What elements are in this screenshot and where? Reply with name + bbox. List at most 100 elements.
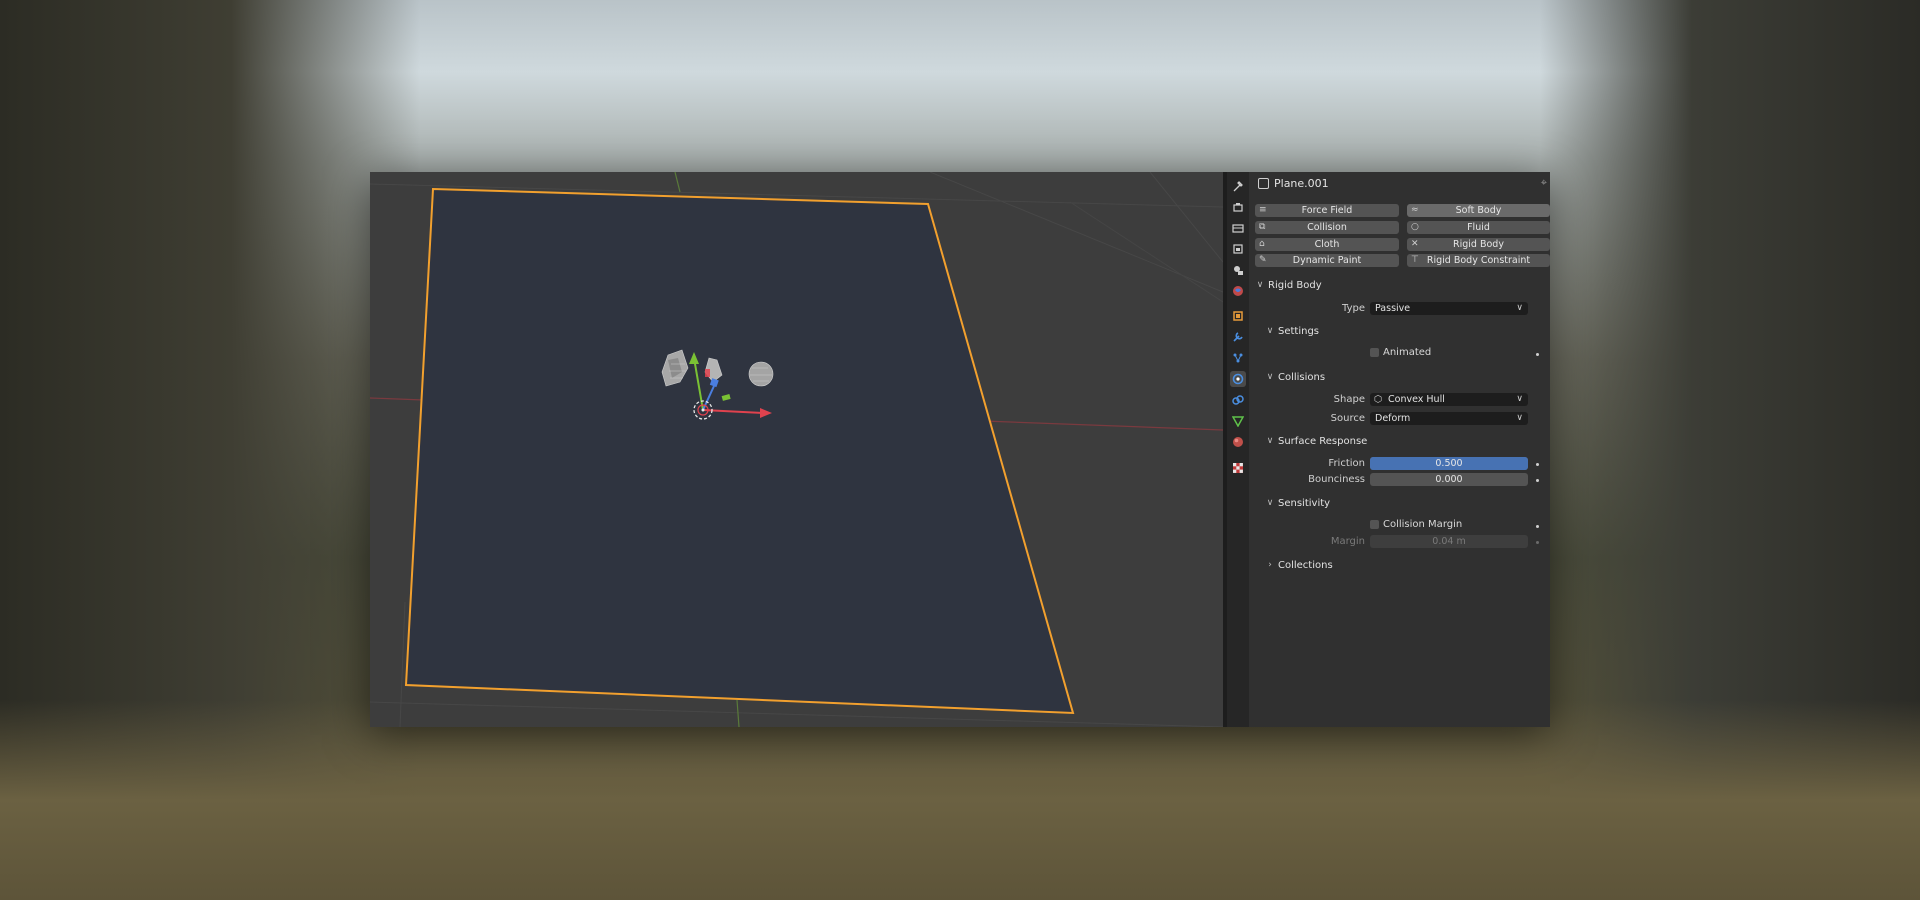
soft-body-button[interactable]: ≈ Soft Body — [1407, 204, 1550, 217]
view-layer-icon — [1233, 244, 1243, 254]
render-icon — [1233, 203, 1243, 212]
surface-response-subpanel-header[interactable]: ∨ Surface Response — [1265, 432, 1368, 450]
constraints-tab[interactable] — [1230, 392, 1246, 408]
bounciness-slider[interactable]: 0.000 — [1370, 473, 1528, 486]
source-dropdown[interactable]: Deform ∨ — [1370, 412, 1528, 425]
convex-hull-icon: ⬡ — [1374, 394, 1383, 405]
chevron-down-icon: ∨ — [1266, 498, 1274, 508]
shape-label: Shape — [1333, 394, 1365, 405]
margin-label: Margin — [1330, 536, 1365, 547]
settings-subpanel-header[interactable]: ∨ Settings — [1265, 322, 1319, 340]
chevron-down-icon: ∨ — [1266, 326, 1274, 336]
material-icon — [1233, 437, 1243, 447]
properties-tabs — [1227, 172, 1249, 727]
chevron-down-icon: ∨ — [1516, 394, 1523, 404]
keyframe-dot[interactable] — [1536, 525, 1539, 528]
collision-margin-checkbox[interactable] — [1370, 520, 1379, 529]
tool-icon — [1233, 181, 1243, 192]
particles-icon — [1233, 353, 1243, 363]
chevron-down-icon: ∨ — [1516, 413, 1523, 423]
selected-plane — [404, 187, 1075, 715]
force-field-button[interactable]: ≡ Force Field — [1255, 204, 1399, 217]
y-axis-line — [736, 699, 740, 727]
rigid-body-button[interactable]: ✕ Rigid Body — [1407, 238, 1550, 251]
chevron-down-icon: ∨ — [1256, 280, 1264, 290]
texture-tab[interactable] — [1230, 460, 1246, 476]
pin-icon[interactable]: ⌖ — [1541, 176, 1547, 190]
properties-header: Plane.001 ⌖ — [1249, 172, 1550, 194]
type-label: Type — [1342, 303, 1365, 314]
physics-icon — [1232, 373, 1244, 385]
grid-line — [1069, 201, 1223, 303]
source-label: Source — [1330, 413, 1365, 424]
constraint-icon: ⊤ — [1411, 255, 1419, 265]
close-icon: ✕ — [1411, 239, 1419, 249]
physics-properties-panel: Plane.001 ⌖ ≡ Force Field ≈ Soft Body ⧉ Col… — [1249, 172, 1550, 727]
collision-margin-label: Collision Margin — [1383, 519, 1463, 530]
mesh-data-icon — [1232, 416, 1244, 427]
scene-tab[interactable] — [1230, 262, 1246, 278]
rigid-body-constraint-button[interactable]: ⊤ Rigid Body Constraint — [1407, 254, 1550, 267]
constraints-icon — [1232, 395, 1244, 405]
physics-tab[interactable] — [1230, 371, 1246, 387]
collision-icon: ⧉ — [1259, 222, 1266, 232]
material-tab[interactable] — [1230, 434, 1246, 450]
modifiers-tab[interactable] — [1230, 329, 1246, 345]
object-name: Plane.001 — [1274, 177, 1329, 190]
grid-line — [929, 172, 1223, 293]
chevron-down-icon: ∨ — [1516, 303, 1523, 313]
chevron-right-icon: › — [1268, 560, 1272, 570]
wrench-icon — [1233, 332, 1243, 342]
world-icon — [1233, 286, 1243, 296]
keyframe-dot[interactable] — [1536, 463, 1539, 466]
grid-line — [370, 701, 1223, 727]
margin-field: 0.04 m — [1370, 535, 1528, 548]
grid-line — [399, 601, 406, 727]
type-dropdown[interactable]: Passive ∨ — [1370, 302, 1528, 315]
render-tab[interactable] — [1230, 199, 1246, 215]
data-tab[interactable] — [1230, 413, 1246, 429]
chevron-down-icon: ∨ — [1266, 436, 1274, 446]
object-tab[interactable] — [1230, 308, 1246, 324]
rigid-body-panel-header[interactable]: ∨ Rigid Body — [1255, 276, 1322, 294]
keyframe-dot[interactable] — [1536, 353, 1539, 356]
y-axis-line — [674, 172, 681, 193]
keyframe-dot[interactable] — [1536, 479, 1539, 482]
friction-slider[interactable]: 0.500 — [1370, 457, 1528, 470]
bounciness-label: Bounciness — [1308, 474, 1365, 485]
view-layer-tab[interactable] — [1230, 241, 1246, 257]
output-icon — [1232, 224, 1244, 233]
world-tab[interactable] — [1230, 283, 1246, 299]
keyframe-dot — [1536, 541, 1539, 544]
collisions-subpanel-header[interactable]: ∨ Collisions — [1265, 368, 1325, 386]
animated-label: Animated — [1383, 347, 1432, 358]
friction-label: Friction — [1328, 458, 1365, 469]
fluid-icon: ○ — [1411, 222, 1419, 232]
force-field-icon: ≡ — [1259, 205, 1267, 215]
output-tab[interactable] — [1230, 220, 1246, 236]
checker-icon — [1233, 463, 1243, 473]
tool-tab[interactable] — [1230, 178, 1246, 194]
mesh-fragment — [748, 361, 774, 387]
object-icon — [1233, 311, 1243, 321]
viewport-scene — [370, 172, 1223, 727]
particles-tab[interactable] — [1230, 350, 1246, 366]
blender-window: Plane.001 ⌖ ≡ Force Field ≈ Soft Body ⧉ Col… — [370, 172, 1550, 727]
object-data-icon — [1258, 178, 1269, 189]
sensitivity-subpanel-header[interactable]: ∨ Sensitivity — [1265, 494, 1330, 512]
cloth-button[interactable]: ⌂ Cloth — [1255, 238, 1399, 251]
background-bottom — [0, 700, 1920, 900]
collision-button[interactable]: ⧉ Collision — [1255, 221, 1399, 234]
scene-icon — [1234, 266, 1243, 275]
chevron-down-icon: ∨ — [1266, 372, 1274, 382]
grid-line — [1149, 172, 1223, 263]
cloth-icon: ⌂ — [1259, 239, 1265, 249]
collections-subpanel-header[interactable]: › Collections — [1265, 556, 1333, 574]
3d-viewport[interactable] — [370, 172, 1223, 727]
animated-checkbox[interactable] — [1370, 348, 1379, 357]
fluid-button[interactable]: ○ Fluid — [1407, 221, 1550, 234]
dynamic-paint-icon: ✎ — [1259, 255, 1267, 265]
dynamic-paint-button[interactable]: ✎ Dynamic Paint — [1255, 254, 1399, 267]
soft-body-icon: ≈ — [1411, 205, 1419, 215]
shape-dropdown[interactable]: ⬡ Convex Hull ∨ — [1370, 393, 1528, 406]
